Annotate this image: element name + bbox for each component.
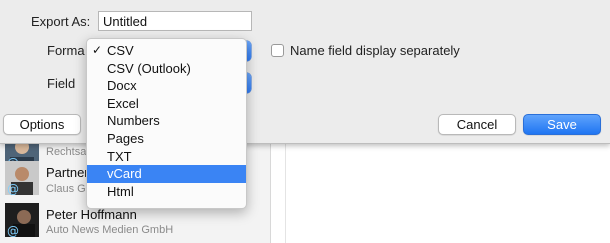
svg-text:@: @ (7, 224, 19, 237)
name-separately-label: Name field display separately (290, 43, 460, 58)
menu-item-csv-outlook[interactable]: CSV (Outlook) (87, 60, 246, 78)
menu-item-excel[interactable]: Excel (87, 95, 246, 113)
format-dropdown-menu[interactable]: ✓ CSV CSV (Outlook) Docx Excel Numbers P… (86, 38, 247, 209)
contact-avatar: @ (5, 203, 39, 237)
save-button[interactable]: Save (523, 114, 601, 135)
svg-text:@: @ (7, 182, 19, 195)
menu-item-html[interactable]: Html (87, 183, 246, 201)
options-button[interactable]: Options (3, 114, 81, 135)
contact-company: Rechtsa (46, 146, 87, 158)
contact-avatar: @ (5, 161, 39, 195)
filename-field[interactable] (98, 11, 252, 31)
format-label: Forma (47, 43, 85, 58)
contact-detail-pane (270, 143, 610, 243)
fields-label: Field (47, 76, 76, 91)
name-separately-checkbox[interactable] (271, 44, 284, 57)
contact-company: Auto News Medien GmbH (46, 224, 174, 236)
menu-item-vcard[interactable]: vCard (87, 165, 246, 183)
menu-item-numbers[interactable]: Numbers (87, 112, 246, 130)
menu-item-docx[interactable]: Docx (87, 77, 246, 95)
menu-item-csv[interactable]: ✓ CSV (87, 42, 246, 60)
contact-name: Peter Hoffmann (46, 207, 137, 222)
checkmark-icon: ✓ (92, 43, 103, 57)
export-as-label: Export As: (31, 14, 91, 29)
menu-item-pages[interactable]: Pages (87, 130, 246, 148)
cancel-button[interactable]: Cancel (438, 114, 516, 135)
contact-company: Claus G (46, 183, 86, 195)
menu-item-txt[interactable]: TXT (87, 148, 246, 166)
contact-name: Partner (46, 165, 89, 180)
